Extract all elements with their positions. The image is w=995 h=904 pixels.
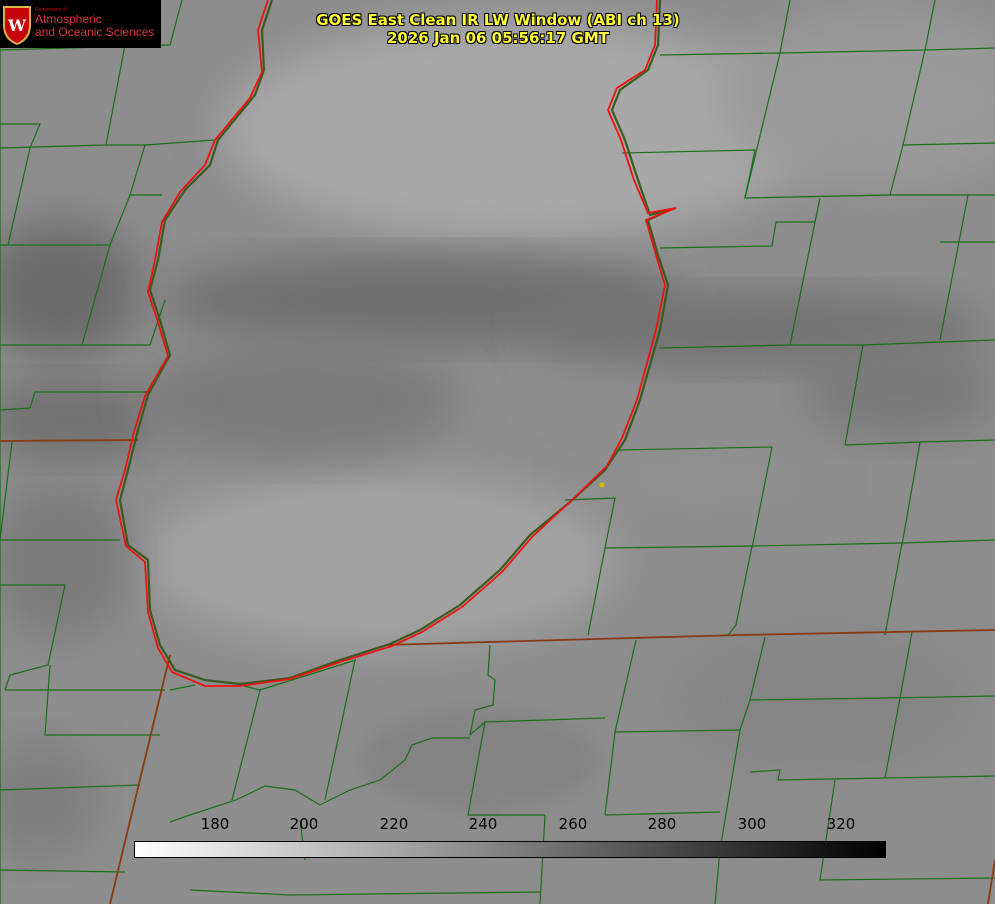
image-title: GOES East Clean IR LW Window (ABI ch 13)… (300, 11, 696, 47)
colorbar-tick-label: 280 (647, 815, 677, 833)
title-timestamp: 2026 Jan 06 05:56:17 GMT (387, 29, 609, 47)
title-line1: GOES East Clean IR LW Window (ABI ch 13) (316, 11, 680, 29)
colorbar-tick-label: 200 (289, 815, 319, 833)
uw-crest-icon: W (3, 6, 31, 45)
aos-logo: W Department of Atmospheric and Oceanic … (0, 0, 161, 48)
logo-title-line2: and Oceanic Sciences (35, 25, 155, 39)
map-canvas (0, 0, 995, 904)
city-marker (599, 482, 605, 488)
colorbar-tick-label: 180 (200, 815, 230, 833)
temperature-colorbar (134, 841, 886, 858)
colorbar-tick-label: 300 (737, 815, 767, 833)
colorbar-tick-label: 220 (379, 815, 409, 833)
colorbar-tick-label: 260 (558, 815, 588, 833)
colorbar-tick-label: 240 (468, 815, 498, 833)
satellite-image: W Department of Atmospheric and Oceanic … (0, 0, 995, 904)
colorbar-tick-label: 320 (826, 815, 856, 833)
svg-text:W: W (7, 16, 27, 35)
